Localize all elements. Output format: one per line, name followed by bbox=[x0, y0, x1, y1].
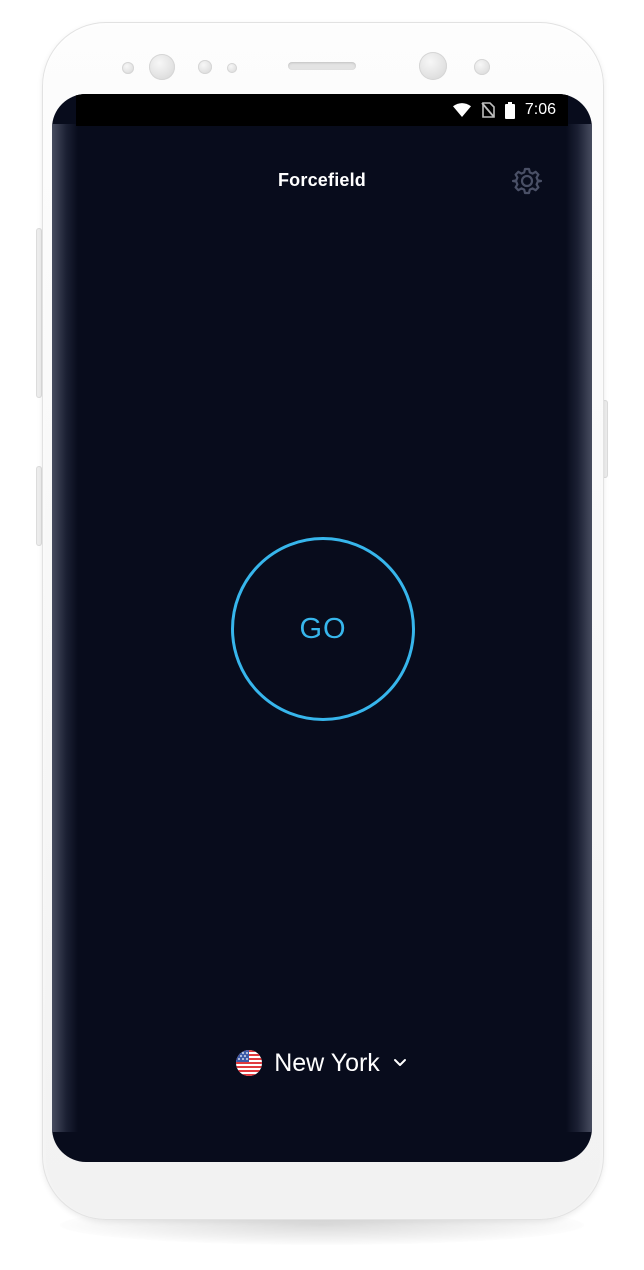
sensor-dot bbox=[198, 60, 212, 74]
earpiece-speaker bbox=[288, 62, 356, 70]
iris-scanner bbox=[419, 52, 447, 80]
front-camera bbox=[149, 54, 175, 80]
device-mockup: 7:06 Forcefield GO New York bbox=[0, 0, 644, 1270]
chevron-down-icon bbox=[393, 1059, 406, 1066]
sensor-dot bbox=[227, 63, 237, 73]
connect-button-label: GO bbox=[299, 612, 347, 645]
location-selector[interactable]: New York bbox=[52, 1044, 592, 1082]
wifi-icon bbox=[452, 103, 471, 117]
status-time: 7:06 bbox=[524, 101, 556, 118]
sensor-dot bbox=[474, 59, 490, 75]
no-sim-icon bbox=[481, 102, 495, 118]
sensor-dot bbox=[122, 62, 134, 74]
location-name: New York bbox=[274, 1048, 380, 1077]
us-flag-icon bbox=[236, 1050, 263, 1076]
screen-edge-left bbox=[52, 124, 78, 1132]
status-icons: 7:06 bbox=[452, 94, 556, 126]
app-screen: 7:06 Forcefield GO New York bbox=[52, 94, 592, 1162]
status-bar: 7:06 bbox=[76, 94, 568, 126]
connect-button[interactable]: GO bbox=[231, 537, 415, 721]
screen-edge-right bbox=[566, 124, 592, 1132]
gear-icon bbox=[512, 167, 542, 195]
battery-icon bbox=[504, 101, 515, 119]
settings-button[interactable] bbox=[510, 164, 544, 198]
